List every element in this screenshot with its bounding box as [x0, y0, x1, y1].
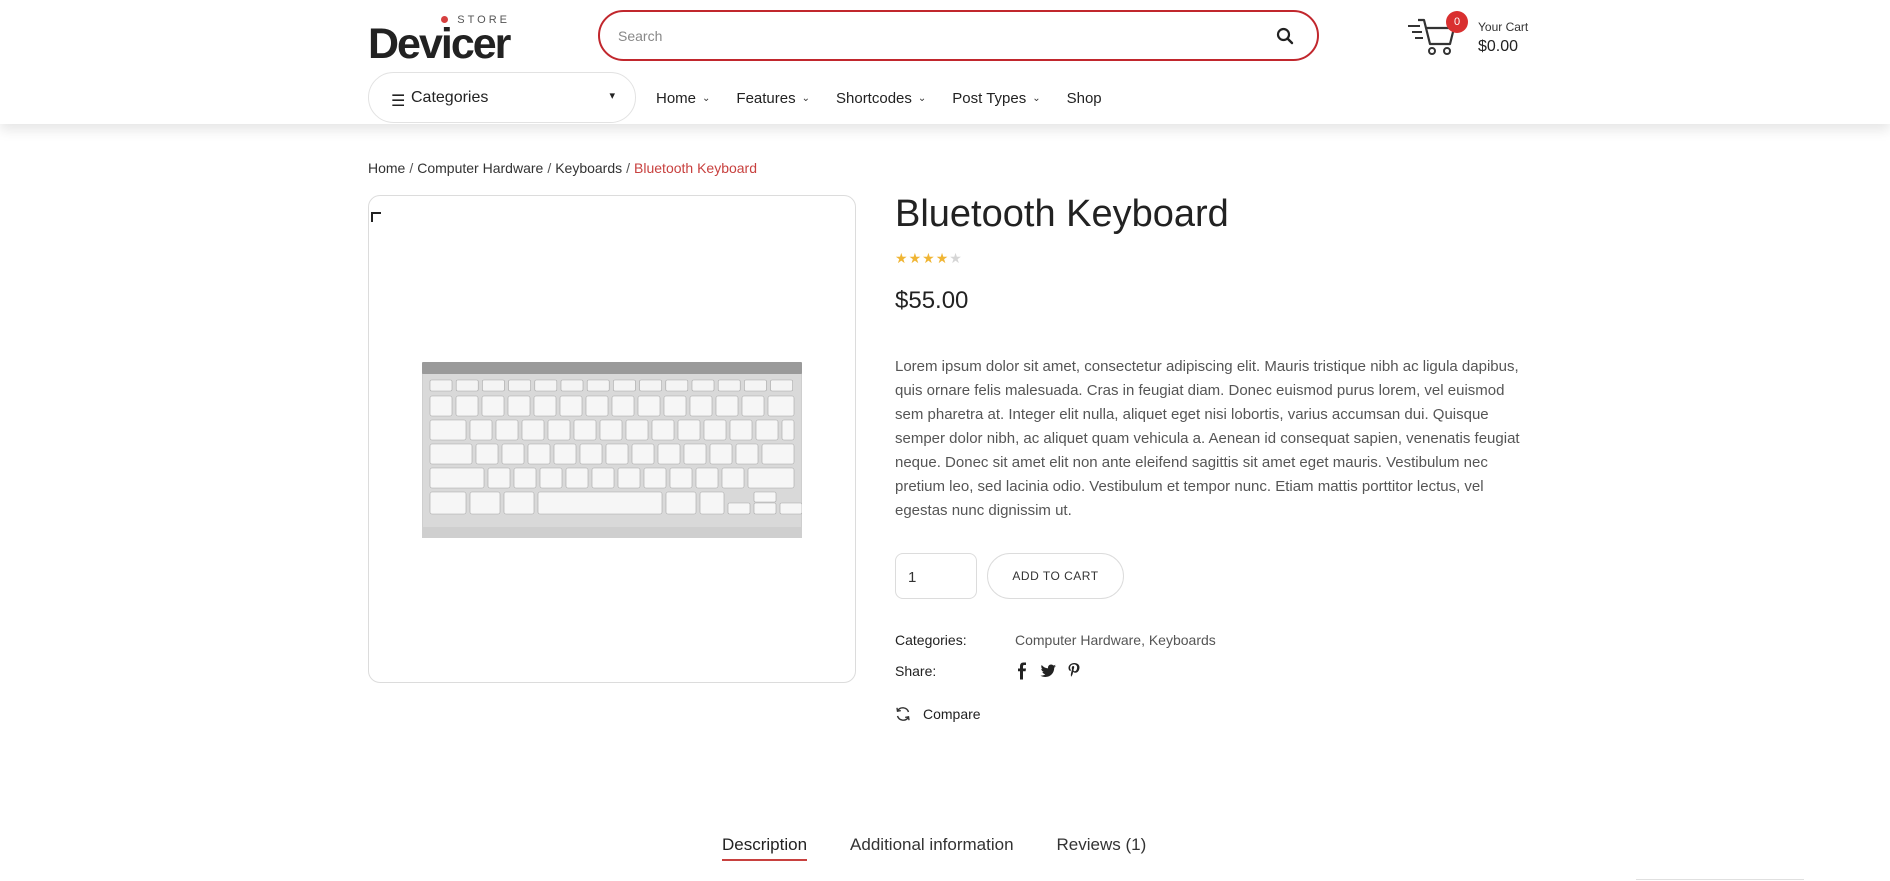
categories-label: Categories [411, 89, 489, 106]
pinterest-icon[interactable] [1067, 662, 1081, 680]
breadcrumb-separator: / [547, 160, 552, 176]
nav-item-label: Shop [1066, 89, 1102, 107]
category-separator: , [1141, 632, 1149, 648]
nav-item-shop[interactable]: Shop [1067, 88, 1102, 108]
logo-name: Devicer [368, 20, 511, 68]
star-icon: ★ [935, 250, 949, 266]
search-icon[interactable] [1275, 26, 1295, 46]
breadcrumb-link-computer-hardware[interactable]: Computer Hardware [417, 160, 543, 176]
search-bar [598, 10, 1319, 61]
nav-item-post-types[interactable]: Post Types ⌄ [952, 88, 1040, 108]
category-link-keyboards[interactable]: Keyboards [1149, 632, 1216, 648]
product-gallery [368, 195, 856, 683]
main-nav: Home ⌄ Features ⌄ Shortcodes ⌄ Post Type… [656, 88, 1102, 108]
share-links [1015, 662, 1081, 680]
chevron-down-icon: ▾ [609, 90, 615, 102]
tab-description[interactable]: Description [722, 835, 808, 861]
cart-count-badge: 0 [1446, 11, 1468, 33]
menu-icon: ☰ [391, 93, 406, 110]
categories-dropdown[interactable]: ☰ Categories ▾ [368, 72, 636, 123]
cart-label: Your Cart [1478, 20, 1529, 34]
nav-item-label: Features [736, 89, 796, 107]
category-link-computer-hardware[interactable]: Computer Hardware [1015, 632, 1141, 648]
facebook-icon[interactable] [1015, 662, 1029, 680]
star-icon: ★ [895, 250, 908, 266]
site-header: STORE Devicer 0 Your Cart $0.00 ☰ Catego… [0, 0, 1890, 124]
chevron-down-icon: ⌄ [917, 92, 927, 104]
breadcrumb-separator: / [626, 160, 631, 176]
chevron-down-icon: ⌄ [801, 92, 810, 104]
site-logo[interactable]: STORE Devicer [368, 14, 514, 66]
categories-meta-label: Categories: [895, 632, 967, 648]
nav-item-label: Home [656, 89, 697, 107]
search-input[interactable] [618, 24, 1218, 48]
nav-item-label: Post Types [952, 89, 1027, 107]
product-tabs: Description Additional information Revie… [722, 835, 1146, 861]
nav-item-home[interactable]: Home ⌄ [656, 88, 710, 108]
nav-item-label: Shortcodes [836, 89, 912, 107]
divider [1636, 879, 1804, 880]
breadcrumb-separator: / [409, 160, 414, 176]
breadcrumb-link-home[interactable]: Home [368, 160, 405, 176]
compare-button[interactable]: Compare [895, 706, 981, 722]
quantity-field [895, 553, 977, 599]
product-description: Lorem ipsum dolor sit amet, consectetur … [895, 358, 1520, 519]
breadcrumb-link-keyboards[interactable]: Keyboards [555, 160, 622, 176]
nav-item-features[interactable]: Features ⌄ [736, 88, 810, 108]
tab-reviews[interactable]: Reviews (1) [1057, 835, 1147, 861]
mini-cart[interactable]: 0 Your Cart $0.00 [1406, 11, 1536, 60]
nav-item-shortcodes[interactable]: Shortcodes ⌄ [836, 88, 926, 108]
product-categories: Computer Hardware, Keyboards [1015, 632, 1216, 648]
tab-additional-information[interactable]: Additional information [850, 835, 1013, 861]
breadcrumb-current: Bluetooth Keyboard [634, 160, 758, 176]
breadcrumb: Home / Computer Hardware / Keyboards / Bluetoo… [368, 160, 757, 176]
quantity-input[interactable] [908, 567, 964, 587]
star-icon: ★ [949, 250, 962, 266]
chevron-down-icon: ⌄ [1032, 92, 1041, 104]
add-to-cart-button[interactable]: ADD TO CART [987, 553, 1124, 599]
product-title: Bluetooth Keyboard [895, 193, 1229, 235]
product-image[interactable] [422, 362, 802, 538]
product-rating[interactable]: ★ ★ ★ ★ ★ [895, 251, 962, 265]
star-icon: ★ [908, 250, 922, 266]
chevron-down-icon: ⌄ [702, 92, 711, 104]
compare-label: Compare [923, 706, 981, 722]
star-icon: ★ [922, 250, 935, 266]
refresh-icon [896, 707, 910, 721]
product-price: $55.00 [895, 287, 969, 314]
cart-amount: $0.00 [1478, 38, 1519, 55]
twitter-icon[interactable] [1039, 663, 1057, 679]
share-label: Share: [895, 663, 937, 679]
zoom-icon[interactable] [371, 212, 381, 222]
